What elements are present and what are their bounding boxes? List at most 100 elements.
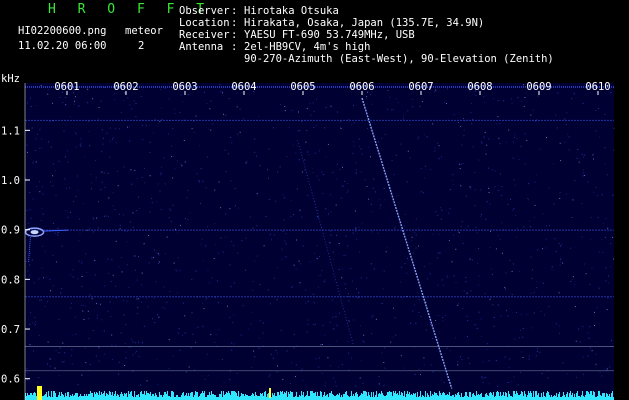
noise-speck bbox=[601, 239, 602, 241]
noise-speck bbox=[229, 264, 231, 266]
noise-speck bbox=[508, 129, 510, 131]
baseline-bar bbox=[79, 396, 80, 400]
noise-speck bbox=[359, 145, 360, 147]
noise-speck bbox=[435, 211, 437, 213]
noise-speck bbox=[339, 126, 341, 128]
baseline-bar bbox=[189, 396, 190, 400]
noise-speck bbox=[211, 277, 213, 279]
noise-speck bbox=[221, 91, 223, 92]
noise-speck bbox=[128, 287, 130, 289]
baseline-bar bbox=[393, 391, 394, 400]
baseline-bar bbox=[611, 393, 612, 400]
noise-speck bbox=[520, 329, 522, 331]
noise-speck bbox=[94, 260, 96, 262]
noise-speck bbox=[523, 105, 525, 107]
noise-speck bbox=[141, 177, 143, 178]
noise-speck bbox=[64, 178, 66, 180]
noise-speck bbox=[348, 352, 349, 354]
noise-speck bbox=[566, 373, 568, 375]
noise-speck bbox=[368, 146, 370, 148]
noise-speck bbox=[480, 335, 482, 337]
baseline-bar bbox=[111, 395, 112, 400]
noise-speck bbox=[202, 180, 204, 182]
baseline-bar bbox=[439, 391, 440, 400]
noise-speck bbox=[284, 105, 286, 107]
noise-speck bbox=[117, 170, 119, 172]
noise-speck bbox=[187, 94, 189, 96]
noise-speck bbox=[463, 290, 465, 292]
baseline-bar bbox=[350, 396, 351, 400]
noise-speck bbox=[344, 254, 346, 256]
noise-speck bbox=[101, 129, 103, 131]
noise-speck bbox=[598, 287, 600, 289]
baseline-bar bbox=[506, 393, 507, 400]
noise-speck bbox=[604, 367, 606, 369]
noise-speck bbox=[299, 263, 301, 265]
x-tick-label: 0604 bbox=[231, 81, 256, 93]
noise-speck bbox=[259, 165, 261, 167]
noise-speck bbox=[545, 238, 547, 240]
baseline-bar bbox=[386, 395, 387, 400]
noise-speck bbox=[481, 142, 483, 144]
noise-speck bbox=[404, 367, 405, 369]
noise-speck bbox=[512, 141, 514, 143]
baseline-bar bbox=[453, 395, 454, 400]
noise-speck bbox=[128, 126, 130, 128]
noise-speck bbox=[490, 268, 492, 270]
noise-speck bbox=[157, 263, 159, 265]
noise-speck bbox=[582, 326, 584, 328]
baseline-bar bbox=[236, 393, 237, 400]
noise-speck bbox=[78, 260, 80, 262]
noise-speck bbox=[577, 149, 579, 150]
baseline-bar bbox=[376, 391, 377, 400]
noise-speck bbox=[47, 301, 49, 303]
baseline-bar bbox=[45, 394, 46, 400]
noise-speck bbox=[35, 161, 37, 163]
baseline-bar bbox=[470, 392, 471, 400]
baseline-bar bbox=[98, 395, 99, 400]
noise-speck bbox=[265, 215, 267, 217]
baseline-bar bbox=[477, 395, 478, 400]
noise-speck bbox=[458, 232, 460, 234]
x-tick-label: 0608 bbox=[467, 81, 492, 93]
noise-speck bbox=[348, 320, 350, 322]
noise-speck bbox=[132, 354, 134, 356]
noise-speck bbox=[316, 175, 318, 177]
noise-speck bbox=[531, 278, 533, 280]
noise-speck bbox=[61, 287, 63, 289]
noise-speck bbox=[474, 324, 476, 326]
noise-speck bbox=[301, 216, 303, 218]
noise-speck bbox=[429, 263, 431, 265]
baseline-bar bbox=[347, 395, 348, 400]
noise-speck bbox=[207, 269, 209, 271]
noise-speck bbox=[89, 227, 91, 229]
noise-speck bbox=[113, 137, 114, 138]
noise-speck bbox=[411, 99, 413, 100]
noise-speck bbox=[573, 284, 575, 286]
noise-speck bbox=[434, 91, 436, 93]
baseline-bar bbox=[606, 393, 607, 400]
noise-speck bbox=[350, 267, 352, 269]
noise-speck bbox=[61, 361, 63, 363]
baseline-bar bbox=[481, 393, 482, 400]
noise-speck bbox=[598, 251, 600, 253]
noise-speck bbox=[613, 127, 615, 129]
noise-speck bbox=[179, 112, 181, 113]
noise-speck bbox=[554, 238, 556, 240]
noise-speck bbox=[542, 213, 544, 215]
noise-speck bbox=[485, 153, 487, 155]
baseline-bar bbox=[329, 393, 330, 400]
noise-speck bbox=[92, 98, 94, 100]
noise-speck bbox=[293, 264, 295, 266]
noise-speck bbox=[233, 244, 235, 246]
noise-speck bbox=[52, 102, 53, 104]
baseline-bar bbox=[487, 395, 488, 400]
noise-speck bbox=[338, 269, 340, 271]
noise-speck bbox=[31, 321, 33, 323]
noise-speck bbox=[353, 122, 355, 124]
noise-speck bbox=[508, 367, 510, 369]
baseline-bar bbox=[445, 395, 446, 400]
noise-speck bbox=[335, 385, 337, 387]
noise-speck bbox=[101, 151, 103, 153]
baseline-bar bbox=[26, 396, 27, 400]
